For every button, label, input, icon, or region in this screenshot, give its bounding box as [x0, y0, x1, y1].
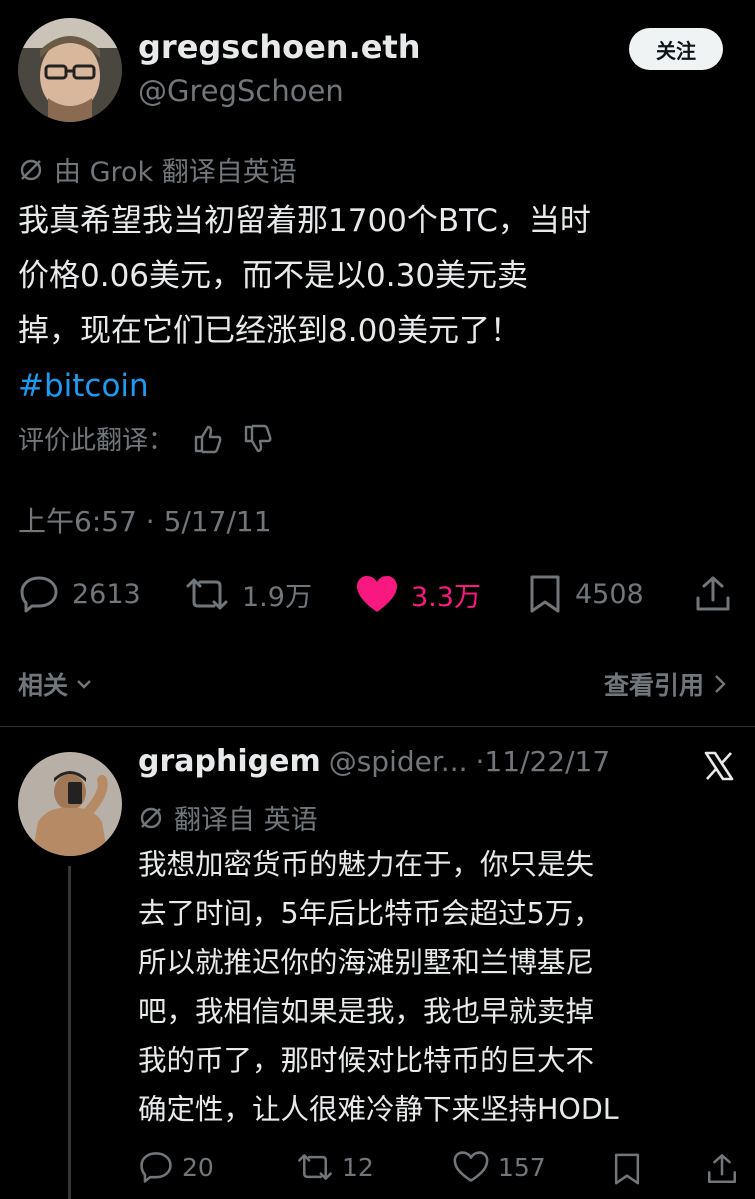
translate-slash-icon [138, 805, 164, 831]
reply-date[interactable]: ·11/22/17 [476, 745, 611, 778]
bookmark-icon [527, 574, 563, 614]
bookmark-count: 4508 [575, 578, 644, 610]
x-logo-icon[interactable] [703, 750, 735, 782]
heart-icon [452, 1150, 490, 1184]
chevron-right-icon [712, 673, 728, 695]
avatar[interactable] [18, 18, 122, 122]
view-quotes-link[interactable]: 查看引用 [604, 666, 728, 702]
share-icon[interactable] [705, 1152, 739, 1186]
retweet-count: 1.9万 [242, 581, 312, 613]
rate-translation-label: 评价此翻译： [18, 426, 175, 456]
reply-like-action[interactable]: 157 [452, 1150, 546, 1184]
reply-retweet-action[interactable]: 12 [296, 1150, 374, 1184]
display-name[interactable]: gregschoen.eth [138, 28, 421, 66]
reply-reply-action[interactable]: 20 [138, 1150, 214, 1184]
reply-text-line: 确定性，让人很难冷静下来坚持HODL [138, 1093, 619, 1126]
divider [0, 726, 755, 727]
reply-translation-note: 翻译自 英语 [138, 798, 318, 837]
reply-text-line: 我的币了，那时候对比特币的巨大不 [138, 1044, 595, 1077]
reply-translation-note-text: 翻译自 英语 [174, 805, 318, 836]
user-handle[interactable]: @GregSchoen [138, 74, 344, 108]
reply-icon [18, 574, 60, 614]
retweet-icon [296, 1150, 334, 1184]
reply-count: 2613 [72, 578, 141, 610]
thread-line [68, 866, 71, 1199]
related-label: 相关 [18, 671, 69, 700]
thumbs-down-icon[interactable] [242, 423, 274, 455]
related-menu[interactable]: 相关 [18, 666, 94, 702]
translation-note: 由 Grok 翻译自英语 [18, 150, 297, 189]
thumbs-up-icon[interactable] [192, 423, 224, 455]
reply-avatar[interactable] [18, 752, 122, 856]
reply-text-line: 去了时间，5年后比特币会超过5万， [138, 897, 602, 930]
reply-handle[interactable]: @spider... [329, 745, 468, 778]
follow-button[interactable]: 关注 [629, 28, 723, 70]
translation-note-text: 由 Grok 翻译自英语 [54, 157, 297, 188]
reply-display-name[interactable]: graphigem [138, 744, 321, 779]
reply-header: graphigem @spider... ·11/22/17 [138, 744, 610, 779]
share-icon[interactable] [693, 574, 733, 614]
tweet-text-line: 价格0.06美元，而不是以0.30美元卖 [18, 258, 529, 294]
reply-icon [138, 1150, 174, 1184]
reply-reply-count: 20 [182, 1152, 214, 1182]
bookmark-icon[interactable] [612, 1152, 642, 1186]
reply-text-line: 我想加密货币的魅力在于，你只是失 [138, 848, 595, 881]
like-action[interactable]: 3.3万 [355, 574, 481, 614]
reply-text-line: 吧，我相信如果是我，我也早就卖掉 [138, 995, 595, 1028]
view-quotes-label: 查看引用 [604, 671, 705, 700]
reply-action[interactable]: 2613 [18, 574, 141, 614]
tweet-text: 我真希望我当初留着那1700个BTC，当时 价格0.06美元，而不是以0.30美… [18, 194, 743, 414]
tweet-text-line: 我真希望我当初留着那1700个BTC，当时 [18, 203, 591, 239]
bookmark-action[interactable]: 4508 [527, 574, 644, 614]
retweet-icon [184, 574, 230, 614]
rate-translation: 评价此翻译： [18, 420, 274, 457]
follow-button-label: 关注 [656, 38, 696, 63]
tweet-text-line: 掉，现在它们已经涨到8.00美元了！ [18, 313, 522, 349]
heart-filled-icon [355, 574, 399, 614]
reply-text: 我想加密货币的魅力在于，你只是失 去了时间，5年后比特币会超过5万， 所以就推迟… [138, 840, 748, 1134]
translate-slash-icon [18, 157, 44, 183]
reply-text-line: 所以就推迟你的海滩别墅和兰博基尼 [138, 946, 595, 979]
hashtag-link[interactable]: #bitcoin [18, 359, 743, 414]
retweet-action[interactable]: 1.9万 [184, 574, 312, 614]
reply-retweet-count: 12 [342, 1152, 374, 1182]
like-count: 3.3万 [411, 581, 481, 613]
tweet-timestamp[interactable]: 上午6:57 · 5/17/11 [18, 500, 272, 540]
chevron-down-icon [74, 674, 94, 694]
reply-like-count: 157 [498, 1152, 546, 1182]
